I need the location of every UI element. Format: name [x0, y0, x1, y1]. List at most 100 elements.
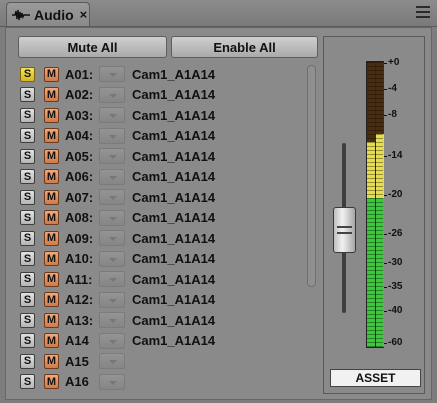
track-row: S M A13: Cam1_A1A14	[20, 311, 215, 329]
mute-button[interactable]: M	[44, 333, 59, 348]
channel-dropdown[interactable]	[99, 189, 125, 205]
channel-dropdown[interactable]	[99, 230, 125, 246]
solo-button[interactable]: S	[20, 128, 35, 143]
channel-dropdown[interactable]	[99, 373, 125, 390]
solo-button[interactable]: S	[20, 169, 35, 184]
clip-name: Cam1_A1A14	[132, 66, 216, 82]
track-name: A11:	[65, 271, 93, 287]
meter-green-segment	[376, 198, 384, 347]
channel-dropdown[interactable]	[99, 353, 125, 369]
track-row: S M A11: Cam1_A1A14	[20, 270, 215, 288]
channel-dropdown[interactable]	[99, 107, 125, 123]
meter-scale-label: -8	[384, 109, 397, 120]
mute-button[interactable]: M	[44, 292, 59, 307]
solo-button[interactable]: S	[20, 87, 35, 102]
track-row: S M A06: Cam1_A1A14	[20, 168, 215, 186]
hamburger-menu-icon[interactable]	[416, 6, 430, 19]
track-row: S M A08: Cam1_A1A14	[20, 209, 215, 227]
clip-name: Cam1_A1A14	[132, 333, 216, 348]
clip-name: Cam1_A1A14	[132, 148, 216, 164]
mute-button[interactable]: M	[44, 189, 59, 205]
meter-panel: +0 -4 -8 -14 -20 -26 -30 -35 -40 -60 ASSET	[323, 36, 425, 394]
track-row: S M A16	[20, 373, 132, 391]
solo-button[interactable]: S	[20, 230, 35, 246]
mute-button[interactable]: M	[44, 271, 59, 287]
clip-name: Cam1_A1A14	[132, 230, 216, 246]
meter-scale-label: -35	[383, 281, 403, 292]
meter-yellow-segment	[367, 142, 375, 198]
mute-button[interactable]: M	[44, 148, 59, 164]
mute-button[interactable]: M	[44, 107, 59, 123]
clip-name: Cam1_A1A14	[132, 189, 216, 205]
meter-yellow-segment	[376, 134, 384, 198]
audio-tab[interactable]: Audio ×	[6, 2, 90, 26]
solo-button[interactable]: S	[20, 333, 35, 348]
audio-panel: Mute All Enable All S M A01: Cam1_A1A14 S M A0…	[5, 27, 432, 400]
track-row: S M A05: Cam1_A1A14	[20, 147, 215, 165]
solo-button[interactable]: S	[20, 374, 35, 389]
clip-name: Cam1_A1A14	[132, 271, 216, 287]
track-name: A02:	[65, 87, 94, 102]
mute-button[interactable]: M	[44, 210, 59, 225]
channel-dropdown[interactable]	[99, 209, 125, 226]
channel-dropdown[interactable]	[99, 312, 125, 328]
track-name: A07:	[65, 189, 94, 205]
clip-name: Cam1_A1A14	[132, 128, 216, 143]
tab-bar: Audio ×	[0, 0, 437, 27]
clip-name: Cam1_A1A14	[132, 169, 216, 184]
mute-button[interactable]: M	[44, 87, 59, 102]
mute-all-button[interactable]: Mute All	[18, 36, 167, 58]
track-name: A04:	[65, 128, 94, 143]
meter-scale-label: +0	[383, 57, 400, 68]
solo-button[interactable]: S	[20, 292, 35, 307]
mute-button[interactable]: M	[44, 66, 59, 82]
track-row: S M A04: Cam1_A1A14	[20, 127, 215, 145]
track-name: A14	[65, 333, 89, 348]
asset-label: ASSET	[330, 369, 421, 387]
track-row: S M A10: Cam1_A1A14	[20, 250, 215, 268]
channel-dropdown[interactable]	[99, 86, 125, 103]
clip-name: Cam1_A1A14	[132, 210, 216, 225]
solo-button[interactable]: S	[20, 271, 35, 287]
channel-dropdown[interactable]	[99, 148, 125, 164]
mute-button[interactable]: M	[44, 128, 59, 143]
channel-dropdown[interactable]	[99, 271, 125, 287]
channel-dropdown[interactable]	[99, 250, 125, 267]
solo-button[interactable]: S	[20, 107, 35, 123]
mute-button[interactable]: M	[44, 169, 59, 184]
track-name: A01:	[65, 66, 94, 82]
solo-button[interactable]: S	[20, 66, 35, 82]
channel-dropdown[interactable]	[99, 291, 125, 308]
close-tab-icon[interactable]: ×	[80, 7, 88, 22]
track-name: A03:	[65, 107, 94, 123]
meter-scale-label: -30	[383, 257, 403, 268]
volume-fader-knob[interactable]	[333, 207, 356, 253]
level-meter	[366, 61, 384, 348]
track-name: A08:	[65, 210, 94, 225]
channel-dropdown[interactable]	[99, 168, 125, 185]
mute-button[interactable]: M	[44, 230, 59, 246]
solo-button[interactable]: S	[20, 148, 35, 164]
solo-button[interactable]: S	[20, 312, 35, 328]
mute-button[interactable]: M	[44, 353, 59, 369]
clip-name: Cam1_A1A14	[132, 87, 216, 102]
meter-scale-label: -26	[383, 228, 403, 239]
channel-dropdown[interactable]	[99, 66, 125, 82]
channel-dropdown[interactable]	[99, 332, 125, 349]
track-row: S M A07: Cam1_A1A14	[20, 188, 215, 206]
mute-button[interactable]: M	[44, 374, 59, 389]
solo-button[interactable]: S	[20, 353, 35, 369]
mute-button[interactable]: M	[44, 312, 59, 328]
channel-dropdown[interactable]	[99, 127, 125, 144]
mute-button[interactable]: M	[44, 251, 59, 266]
solo-button[interactable]: S	[20, 210, 35, 225]
waveform-icon	[12, 9, 30, 20]
solo-button[interactable]: S	[20, 189, 35, 205]
track-name: A16	[65, 374, 89, 389]
meter-peak-segment	[367, 62, 375, 142]
solo-button[interactable]: S	[20, 251, 35, 266]
track-list-scrollbar[interactable]	[307, 65, 316, 287]
enable-all-button[interactable]: Enable All	[171, 36, 318, 58]
track-row: S M A12: Cam1_A1A14	[20, 291, 215, 309]
meter-scale-label: -60	[383, 337, 403, 348]
